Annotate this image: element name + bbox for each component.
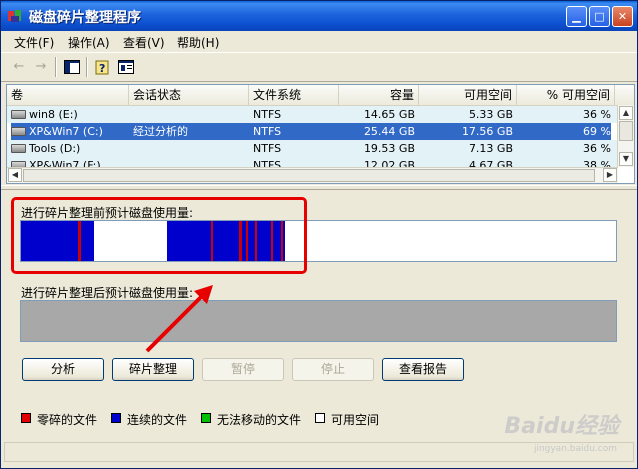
pause-button[interactable]: 暂停 xyxy=(202,358,284,381)
menu-help[interactable]: 帮助(H) xyxy=(177,34,219,51)
toolbar: ← → ? xyxy=(1,52,637,82)
window-title: 磁盘碎片整理程序 xyxy=(29,10,141,26)
scroll-thumb[interactable] xyxy=(619,121,633,141)
title-bar[interactable]: 磁盘碎片整理程序 ▁ □ ✕ xyxy=(1,1,637,31)
cell-fs: NTFS xyxy=(253,108,282,121)
menu-file[interactable]: 文件(F) xyxy=(14,34,54,51)
hard-drive-icon xyxy=(11,110,26,119)
vertical-scrollbar[interactable]: ▲ ▼ xyxy=(617,105,634,167)
cell-free: 5.33 GB xyxy=(468,108,513,121)
cell-percent: 36 % xyxy=(583,108,611,121)
scroll-thumb-horizontal[interactable] xyxy=(23,169,595,182)
watermark-logo: Baidu经验 xyxy=(504,414,619,439)
cell-capacity: 14.65 GB xyxy=(363,108,415,121)
defrag-window: 磁盘碎片整理程序 ▁ □ ✕ 文件(F) 操作(A) 查看(V) 帮助(H) ←… xyxy=(0,0,638,469)
scroll-right-icon[interactable]: ▶ xyxy=(603,168,617,182)
legend-swatch-blue xyxy=(111,413,121,423)
legend-label: 无法移动的文件 xyxy=(217,413,302,427)
toolbar-separator xyxy=(55,57,57,77)
legend-label: 可用空间 xyxy=(331,413,380,427)
cell-capacity: 19.53 GB xyxy=(363,142,415,155)
column-free-space[interactable]: 可用空间 xyxy=(419,85,517,105)
svg-text:?: ? xyxy=(99,62,105,75)
cell-capacity: 25.44 GB xyxy=(363,125,415,138)
minimize-button[interactable]: ▁ xyxy=(566,6,587,27)
horizontal-scrollbar[interactable]: ◀ ▶ xyxy=(7,167,618,183)
cell-fs: NTFS xyxy=(253,125,282,138)
column-capacity[interactable]: 容量 xyxy=(339,85,419,105)
legend-label: 连续的文件 xyxy=(127,413,188,427)
column-volume[interactable]: 卷 xyxy=(7,85,129,105)
properties-icon[interactable] xyxy=(116,57,136,77)
column-file-system[interactable]: 文件系统 xyxy=(249,85,339,105)
legend-label: 零碎的文件 xyxy=(37,413,98,427)
toolbar-separator xyxy=(86,57,88,77)
close-button[interactable]: ✕ xyxy=(612,6,633,27)
watermark-url: jingyan.baidu.com xyxy=(533,444,617,454)
legend-swatch-white xyxy=(315,413,325,423)
cell-volume: XP&Win7 (C:) xyxy=(29,125,103,138)
after-defrag-label: 进行碎片整理后预计磁盘使用量: xyxy=(21,286,194,300)
scroll-left-icon[interactable]: ◀ xyxy=(8,168,22,182)
table-row-selected[interactable]: XP&Win7 (C:) 经过分析的 NTFS 25.44 GB 17.56 G… xyxy=(7,123,618,140)
cell-status xyxy=(133,106,243,123)
defrag-app-icon xyxy=(8,10,21,22)
maximize-button[interactable]: □ xyxy=(589,6,610,27)
cell-volume: win8 (E:) xyxy=(29,108,78,121)
annotation-highlight-box xyxy=(11,197,307,274)
forward-arrow-icon[interactable]: → xyxy=(31,57,51,77)
hard-drive-icon xyxy=(11,127,26,136)
console-tree-icon[interactable] xyxy=(62,57,82,77)
volume-list[interactable]: 卷 会话状态 文件系统 容量 可用空间 % 可用空间 win8 (E:) NTF… xyxy=(6,84,635,184)
legend-swatch-red xyxy=(21,413,31,423)
menu-view[interactable]: 查看(V) xyxy=(123,34,165,51)
defragment-button[interactable]: 碎片整理 xyxy=(112,358,194,381)
cell-percent: 36 % xyxy=(583,142,611,155)
help-icon[interactable]: ? xyxy=(93,57,113,77)
cell-status: 经过分析的 xyxy=(133,125,188,138)
hard-drive-icon xyxy=(11,144,26,153)
after-defrag-usage-band xyxy=(20,300,617,342)
back-arrow-icon[interactable]: ← xyxy=(9,57,29,77)
scroll-down-icon[interactable]: ▼ xyxy=(619,152,633,166)
cell-fs: NTFS xyxy=(253,142,282,155)
cell-status xyxy=(133,140,243,157)
analyze-button[interactable]: 分析 xyxy=(22,358,104,381)
menu-action[interactable]: 操作(A) xyxy=(68,34,110,51)
pane-splitter[interactable] xyxy=(1,185,637,190)
table-row[interactable]: win8 (E:) NTFS 14.65 GB 5.33 GB 36 % xyxy=(7,106,618,123)
menu-bar: 文件(F) 操作(A) 查看(V) 帮助(H) xyxy=(1,31,637,52)
cell-volume: Tools (D:) xyxy=(29,142,81,155)
column-session-status[interactable]: 会话状态 xyxy=(129,85,249,105)
list-header: 卷 会话状态 文件系统 容量 可用空间 % 可用空间 xyxy=(7,85,634,106)
legend-swatch-green xyxy=(201,413,211,423)
cell-free: 17.56 GB xyxy=(461,125,513,138)
view-report-button[interactable]: 查看报告 xyxy=(382,358,464,381)
table-row[interactable]: Tools (D:) NTFS 19.53 GB 7.13 GB 36 % xyxy=(7,140,618,157)
cell-free: 7.13 GB xyxy=(468,142,513,155)
cell-percent: 69 % xyxy=(583,125,611,138)
scroll-up-icon[interactable]: ▲ xyxy=(619,106,633,120)
column-percent-free[interactable]: % 可用空间 xyxy=(517,85,615,105)
stop-button[interactable]: 停止 xyxy=(292,358,374,381)
